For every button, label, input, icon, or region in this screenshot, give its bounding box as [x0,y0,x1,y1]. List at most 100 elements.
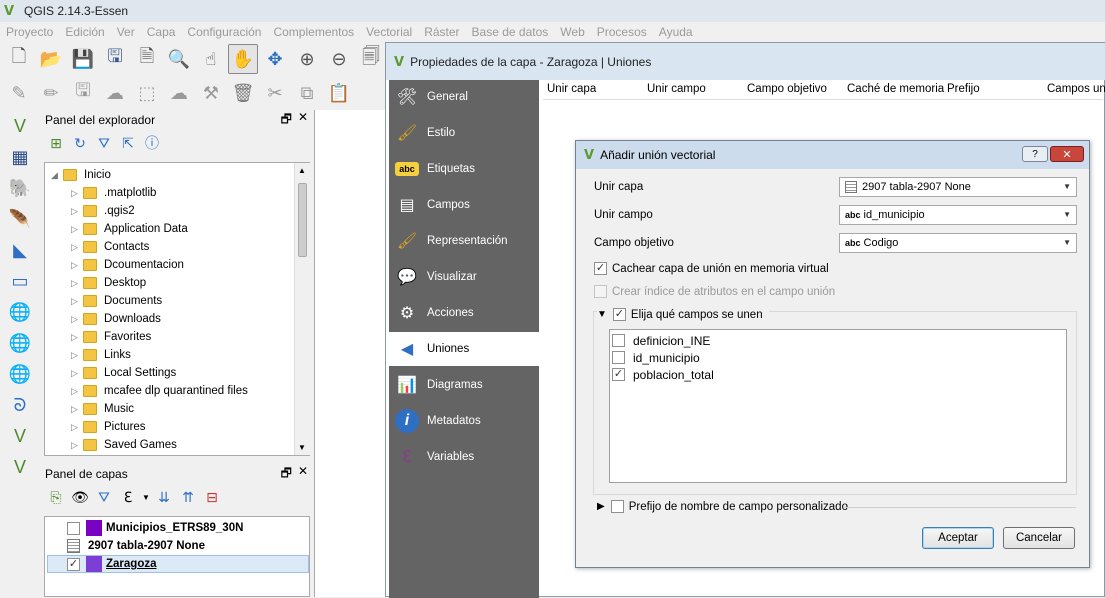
layer-visibility-checkbox[interactable] [67,521,80,535]
filter-legend-icon[interactable]: ⛛ [94,487,114,507]
expand-arrow-icon[interactable]: ▷ [71,386,83,397]
sidebar-item-metadatos[interactable]: i Metadatos [389,404,539,438]
explorer-scrollbar[interactable]: ▲ ▼ [294,163,310,455]
menu-ayuda[interactable]: Ayuda [653,25,699,39]
zoom-in-icon[interactable]: ⊕ [292,44,322,74]
menu-procesos[interactable]: Procesos [591,25,653,39]
list-item[interactable]: id_municipio [610,349,700,366]
field-checkbox[interactable]: ✓ [612,368,625,381]
choose-fields-checkbox[interactable]: ✓ [612,308,626,321]
refresh-icon[interactable]: ↻ [70,133,90,153]
open-project-icon[interactable]: 📂 [36,44,66,74]
menu-raster[interactable]: Ráster [418,25,465,39]
menu-configuracion[interactable]: Configuración [181,25,267,39]
tree-root-inicio[interactable]: ◢ Inicio [51,166,111,184]
add-mssql-layer-icon[interactable]: ◣ [4,236,36,265]
prefix-toggle[interactable]: ▶ Prefijo de nombre de campo personaliza… [597,500,848,513]
expand-arrow-icon[interactable]: ▶ [597,501,605,512]
dropdown-arrow-icon[interactable]: ▼ [142,487,150,507]
expand-all-icon[interactable]: ⇊ [154,487,174,507]
sidebar-item-variables[interactable]: ℇ Variables [389,440,539,474]
delete-selected-icon[interactable]: ⚒ [196,78,226,108]
tree-item[interactable]: ▷ Application Data [71,220,188,238]
sidebar-item-campos[interactable]: ▤ Campos [389,188,539,222]
prefix-checkbox[interactable] [610,500,624,513]
tree-item[interactable]: ▷ .qgis2 [71,202,135,220]
map-canvas[interactable] [314,110,385,597]
layer-row[interactable]: 2907 tabla-2907 None [67,537,205,555]
expand-arrow-icon[interactable]: ▷ [71,332,83,343]
new-print-composer-icon[interactable]: 🗎 [132,44,162,74]
expand-arrow-icon[interactable]: ▷ [71,440,83,451]
tree-item[interactable]: ▷ Downloads [71,310,161,328]
tree-item[interactable]: ▷ Pictures [71,418,146,436]
expand-arrow-icon[interactable]: ▷ [71,404,83,415]
new-project-icon[interactable]: 🗋 [4,44,34,74]
save-project-icon[interactable]: 💾 [68,44,98,74]
copy-icon[interactable]: ⧉ [292,78,322,108]
sidebar-item-representacion[interactable]: 🖌 Representación [389,224,539,258]
tree-item[interactable]: ▷ Documents [71,292,162,310]
cancel-button[interactable]: Cancelar [1003,527,1075,549]
scroll-down-icon[interactable]: ▼ [298,443,306,452]
tree-item[interactable]: ▷ mcafee dlp quarantined files [71,382,248,400]
tree-item[interactable]: ▷ Saved Games [71,436,177,454]
column-campos-unidos[interactable]: Campos unid [1047,83,1105,95]
zoom-out-icon[interactable]: ⊖ [324,44,354,74]
sidebar-item-acciones[interactable]: ⚙ Acciones [389,296,539,330]
float-panel-icon[interactable]: 🗗 [281,110,292,131]
move-feature-icon[interactable]: ⬚ [132,78,162,108]
column-prefijo[interactable]: Prefijo [947,83,980,95]
expand-arrow-icon[interactable]: ▷ [71,422,83,433]
expand-arrow-icon[interactable]: ▷ [71,188,83,199]
collapse-all-icon[interactable]: ⇈ [178,487,198,507]
add-raster-layer-icon[interactable]: ▦ [4,143,36,172]
add-delimited-text-icon[interactable]: ᘐ [4,391,36,420]
filter-icon[interactable]: ⛛ [94,133,114,153]
list-item[interactable]: ✓ poblacion_total [610,366,714,383]
paste-icon[interactable]: 📋 [324,78,354,108]
touch-zoom-icon[interactable]: ☝ [196,44,226,74]
add-virtual-layer-icon[interactable]: V [4,422,36,451]
collapse-arrow-icon[interactable]: ◢ [51,170,63,181]
list-item[interactable]: definicion_INE [610,332,710,349]
expand-arrow-icon[interactable]: ▷ [71,296,83,307]
expand-arrow-icon[interactable]: ▷ [71,350,83,361]
menu-vectorial[interactable]: Vectorial [360,25,418,39]
cut-icon[interactable]: ✂ [260,78,290,108]
tree-item[interactable]: ▷ Music [71,400,134,418]
sidebar-item-estilo[interactable]: 🖌 Estilo [389,116,539,150]
manage-visibility-icon[interactable]: 👁 [70,487,90,507]
sidebar-item-visualizar[interactable]: 💬 Visualizar [389,260,539,294]
layer-row-selected[interactable]: ✓ Zaragoza [47,555,309,573]
add-spatialite-layer-icon[interactable]: 🪶 [4,205,36,234]
help-button[interactable]: ? [1022,146,1048,162]
accept-button[interactable]: Aceptar [922,527,994,549]
join-layer-select[interactable]: 2907 tabla-2907 None ▼ [839,177,1077,197]
tree-item[interactable]: ▷ Contacts [71,238,149,256]
menu-web[interactable]: Web [554,25,590,39]
expand-arrow-icon[interactable]: ▷ [71,242,83,253]
scroll-up-icon[interactable]: ▲ [298,166,306,175]
field-checkbox[interactable] [612,351,625,364]
add-postgis-layer-icon[interactable]: 🐘 [4,174,36,203]
target-field-select[interactable]: abc Codigo ▼ [839,233,1077,253]
remove-layer-icon[interactable]: ⊟ [202,487,222,507]
menu-proyecto[interactable]: Proyecto [0,25,59,39]
cache-option[interactable]: ✓ Cachear capa de unión en memoria virtu… [594,262,829,275]
close-button[interactable]: ✕ [1050,146,1084,162]
layer-visibility-checkbox[interactable]: ✓ [67,557,80,571]
expand-arrow-icon[interactable]: ▷ [71,260,83,271]
add-oracle-layer-icon[interactable]: ▭ [4,267,36,296]
menu-edicion[interactable]: Edición [59,25,110,39]
choose-fields-toggle[interactable]: ▼ ✓ Elija qué campos se unen [597,308,769,321]
zoom-native-icon[interactable]: 🗐 [356,44,386,74]
node-tool-icon[interactable]: ☁ [164,78,194,108]
sidebar-item-uniones[interactable]: ◀ Uniones [389,332,539,366]
save-edits-icon[interactable]: 🖫 [68,78,98,108]
layer-row[interactable]: Municipios_ETRS89_30N [67,519,243,537]
menu-ver[interactable]: Ver [111,25,141,39]
expand-arrow-icon[interactable]: ▷ [71,368,83,379]
add-wcs-layer-icon[interactable]: 🌐 [4,329,36,358]
sidebar-item-etiquetas[interactable]: abc Etiquetas [389,152,539,186]
